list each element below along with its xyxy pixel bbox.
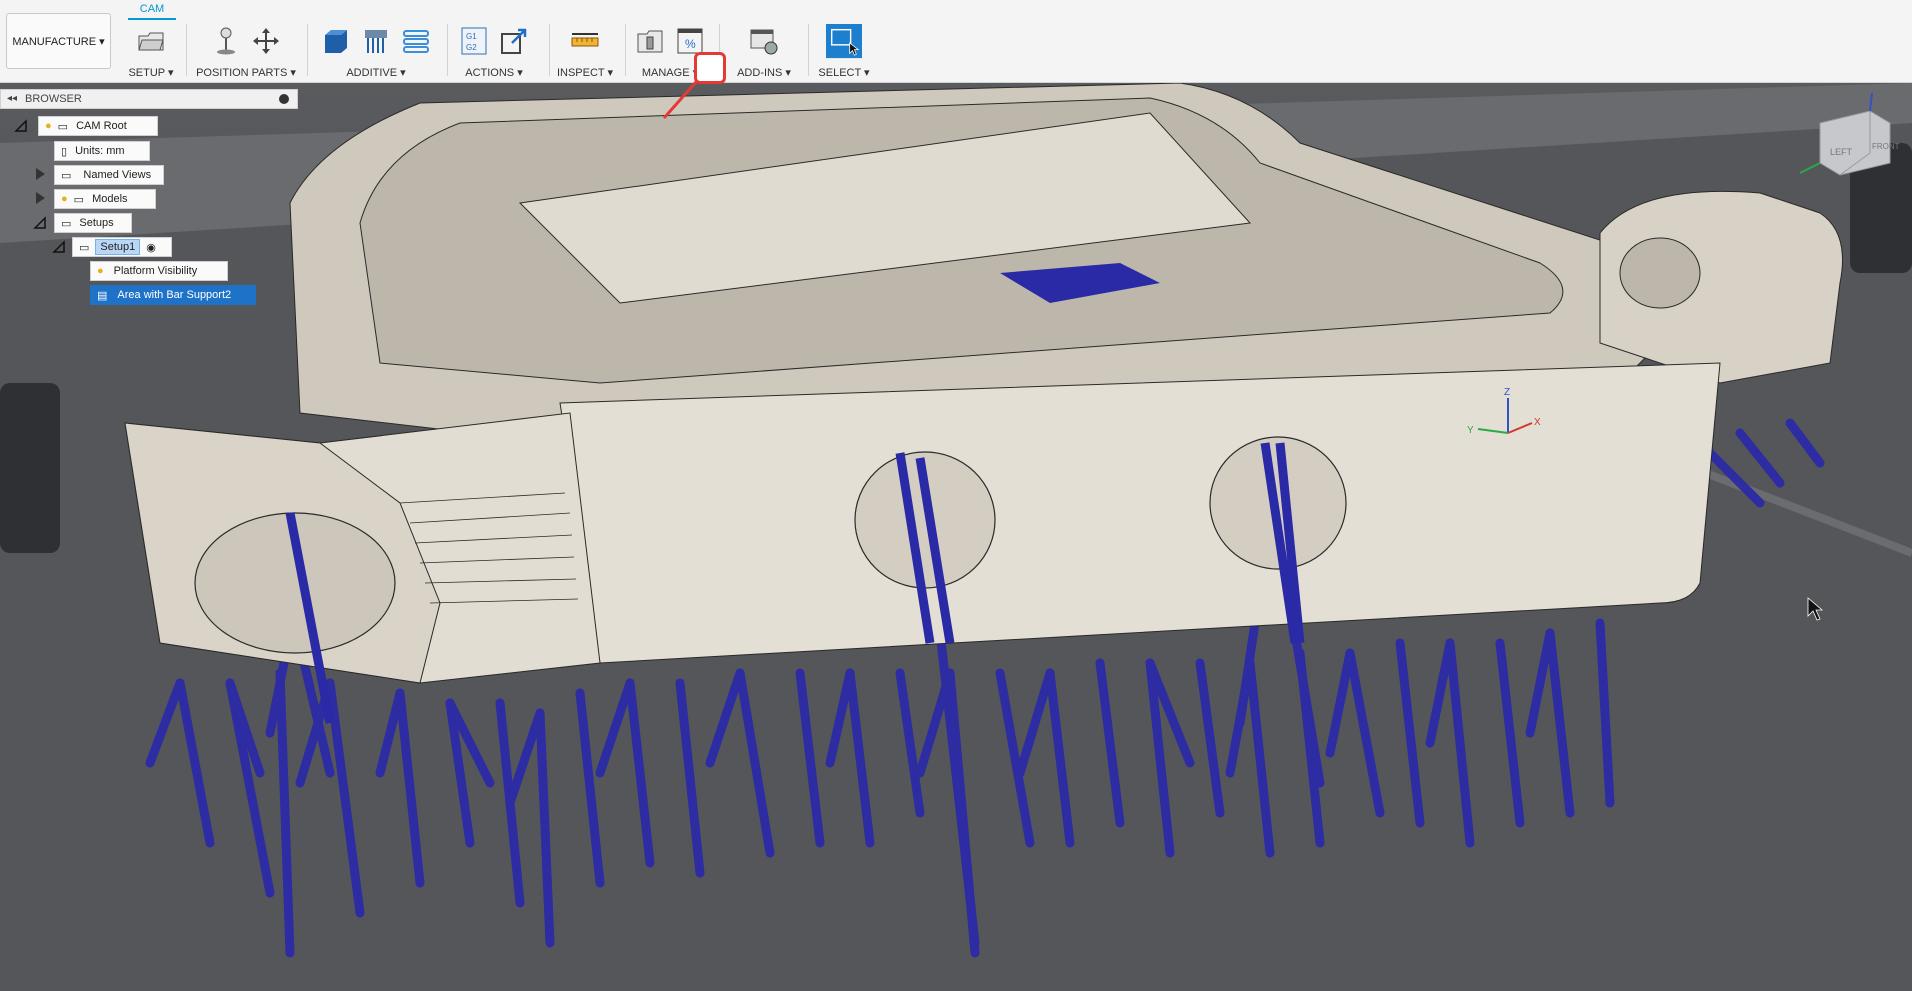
tab-cam[interactable]: CAM xyxy=(128,3,176,20)
pin-icon[interactable] xyxy=(211,26,241,56)
inspect-label: INSPECT ▾ xyxy=(556,67,614,79)
additive-label: ADDITIVE ▾ xyxy=(346,67,406,79)
divider xyxy=(307,24,308,76)
addins-label: ADD-INS ▾ xyxy=(737,67,791,79)
viewcube-left-label: LEFT xyxy=(1830,147,1853,157)
cam-toolbar: MANUFACTURE ▾ CAM SETUP ▾ POSITION PARTS… xyxy=(0,0,1912,83)
workspace-switcher[interactable]: MANUFACTURE ▾ xyxy=(6,13,111,69)
actions-group[interactable]: G1 G2 ACTIONS ▾ xyxy=(456,26,532,80)
tool-library-icon[interactable] xyxy=(635,26,665,56)
tree-node-platform-visibility[interactable]: ● Platform Visibility xyxy=(90,261,228,281)
expand-setups-toggle[interactable] xyxy=(33,216,47,230)
additive-group[interactable]: ADDITIVE ▾ xyxy=(316,26,436,80)
component-icon: ▭ xyxy=(57,120,69,133)
setup-group[interactable]: SETUP ▾ xyxy=(124,26,178,80)
expand-setup1-toggle[interactable] xyxy=(52,240,66,254)
tree-node-models[interactable]: ● ▭ Models xyxy=(54,189,156,209)
fixture-left xyxy=(0,383,60,553)
divider xyxy=(447,24,448,76)
tree-node-cam-root[interactable]: ● ▭ CAM Root xyxy=(38,116,158,136)
activate-radio-icon[interactable]: ◉ xyxy=(146,241,156,254)
setup-label: SETUP ▾ xyxy=(128,67,174,79)
divider xyxy=(186,24,187,76)
setups-folder-icon: ▭ xyxy=(61,217,72,230)
folder-setup-icon[interactable] xyxy=(136,26,166,56)
expand-named-views-toggle[interactable] xyxy=(36,168,45,180)
select-cursor-icon[interactable] xyxy=(825,24,863,60)
select-label: SELECT ▾ xyxy=(818,67,870,79)
triangle-open-icon xyxy=(14,119,27,132)
model-scene: Z Y X LEFT FRONT xyxy=(0,83,1912,991)
lightbulb-icon[interactable]: ● xyxy=(97,265,104,277)
divider xyxy=(549,24,550,76)
export-arrow-icon[interactable] xyxy=(499,26,529,56)
support-bars-icon[interactable] xyxy=(361,26,391,56)
triangle-open-icon xyxy=(52,240,65,253)
models-label: Models xyxy=(92,193,128,205)
move-arrows-icon[interactable] xyxy=(251,26,281,56)
gcode-icon[interactable]: G1G2 xyxy=(459,26,489,56)
lightbulb-icon[interactable]: ● xyxy=(45,120,52,132)
platform-visibility-label: Platform Visibility xyxy=(113,265,198,277)
units-label: Units: mm xyxy=(75,145,125,157)
inspect-group[interactable]: INSPECT ▾ xyxy=(556,26,614,80)
3d-viewport[interactable]: Z Y X LEFT FRONT xyxy=(0,83,1912,991)
layers-icon[interactable] xyxy=(401,26,431,56)
expand-root-toggle[interactable] xyxy=(14,119,28,133)
browser-header[interactable]: ◂◂ BROWSER xyxy=(0,89,298,109)
setups-label: Setups xyxy=(79,217,114,229)
position-parts-group[interactable]: POSITION PARTS ▾ xyxy=(194,26,298,80)
divider xyxy=(808,24,809,76)
position-parts-label: POSITION PARTS ▾ xyxy=(196,67,296,79)
actions-label: ACTIONS ▾ xyxy=(465,67,523,79)
axis-y-label: Y xyxy=(1467,425,1474,436)
addins-group[interactable]: ADD-INS ▾ xyxy=(728,26,800,80)
tree-node-setup1[interactable]: ▭ Setup1 ◉ xyxy=(72,237,172,257)
collapse-chevrons-icon[interactable]: ◂◂ xyxy=(7,93,17,104)
area-support-label: Area with Bar Support2 xyxy=(117,289,232,301)
select-group[interactable]: SELECT ▾ xyxy=(816,24,872,80)
folder-icon: ▭ xyxy=(73,193,85,206)
axis-z-label: Z xyxy=(1504,387,1510,398)
svg-text:G1: G1 xyxy=(466,32,477,41)
folder-icon: ▭ xyxy=(61,169,72,182)
tree-node-setups[interactable]: ▭ Setups xyxy=(54,213,132,233)
viewcube-front-label: FRONT xyxy=(1872,142,1900,151)
support-operation-icon: ▤ xyxy=(97,289,108,302)
ruler-icon[interactable] xyxy=(570,26,600,56)
divider xyxy=(625,24,626,76)
browser-title: BROWSER xyxy=(25,93,82,105)
expand-models-toggle[interactable] xyxy=(36,192,45,204)
lightbulb-icon[interactable]: ● xyxy=(61,193,68,205)
tree-node-units[interactable]: ▯ Units: mm xyxy=(54,141,150,161)
cam-root-label: CAM Root xyxy=(76,120,127,132)
box-icon[interactable] xyxy=(321,26,351,56)
triangle-open-icon xyxy=(33,216,46,229)
script-gear-icon[interactable] xyxy=(749,26,779,56)
minimize-icon[interactable] xyxy=(279,94,289,104)
document-icon: ▯ xyxy=(61,145,68,158)
tree-node-named-views[interactable]: ▭ Named Views xyxy=(54,165,164,185)
setup-icon: ▭ xyxy=(79,241,90,254)
svg-text:G2: G2 xyxy=(466,43,477,52)
svg-text:%: % xyxy=(685,37,696,51)
callout-leader-line xyxy=(662,81,698,119)
setup1-label: Setup1 xyxy=(95,239,141,255)
named-views-label: Named Views xyxy=(83,169,152,181)
tree-node-area-bar-support[interactable]: ▤ Area with Bar Support2 xyxy=(90,285,256,305)
axis-x-label: X xyxy=(1534,417,1541,428)
